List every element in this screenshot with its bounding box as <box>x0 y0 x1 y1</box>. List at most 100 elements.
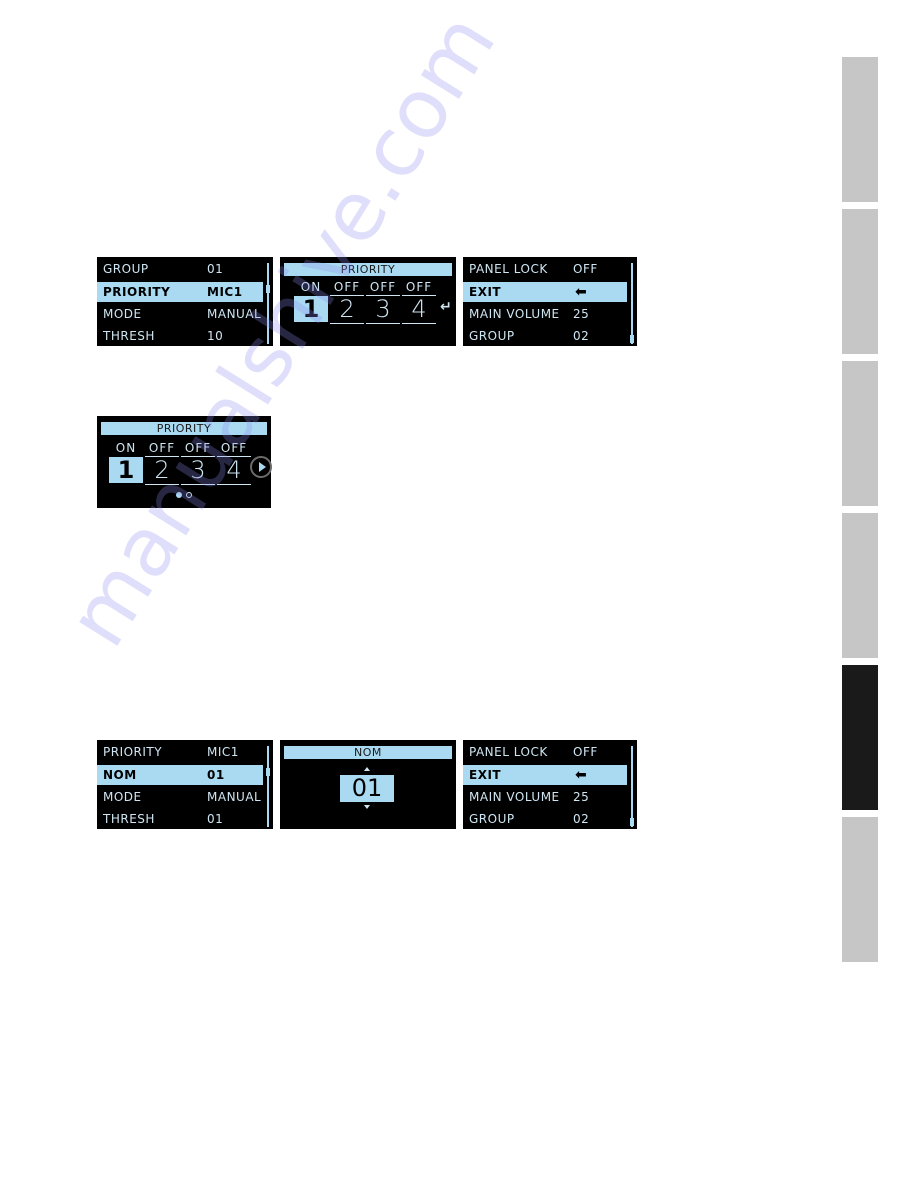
menu-row-label: PRIORITY <box>103 745 163 759</box>
menu-row-label: EXIT <box>469 768 502 782</box>
back-arrow-icon: ⬅ <box>575 284 588 300</box>
menu-row[interactable]: GROUP 01 <box>97 259 263 279</box>
menu-row-value: 02 <box>573 329 590 343</box>
menu-row-value: OFF <box>573 745 598 759</box>
channel-state: OFF <box>369 280 397 294</box>
menu-row[interactable]: MAIN VOLUME 25 <box>463 787 627 807</box>
menu-row-label: PRIORITY <box>103 285 171 299</box>
back-arrow-icon: ⬅ <box>575 767 588 783</box>
menu-row-value: MIC1 <box>207 285 243 299</box>
menu-row[interactable]: PANEL LOCK OFF <box>463 742 627 762</box>
menu-row-label: GROUP <box>469 329 515 343</box>
fig1-exit-screen: PANEL LOCK OFF EXIT ⬅ MAIN VOLUME 25 GRO… <box>463 257 637 346</box>
nom-value-field[interactable]: 01 <box>340 775 394 802</box>
scrollbar[interactable] <box>267 263 269 344</box>
menu-row-value: MIC1 <box>207 745 239 759</box>
menu-row-value: OFF <box>573 262 598 276</box>
scrollbar[interactable] <box>267 746 269 827</box>
channel-button[interactable]: 2 <box>145 457 179 483</box>
menu-row[interactable]: THRESH 01 <box>97 809 263 829</box>
side-tab-3[interactable] <box>842 361 878 506</box>
menu-row-label: EXIT <box>469 285 502 299</box>
menu-row-value: MANUAL <box>207 307 262 321</box>
decrement-arrow-icon[interactable] <box>364 805 370 809</box>
menu-row-label: THRESH <box>103 329 155 343</box>
menu-row-value: MANUAL <box>207 790 262 804</box>
menu-row[interactable]: THRESH 10 <box>97 326 263 346</box>
menu-row-label: GROUP <box>469 812 515 826</box>
channel-button[interactable]: 3 <box>181 457 215 483</box>
channel-divider <box>330 323 364 324</box>
fig3-nom-screen: NOM 01 <box>280 740 456 829</box>
menu-row[interactable]: GROUP 02 <box>463 809 627 829</box>
screen-title: NOM <box>284 746 452 759</box>
scroll-thumb[interactable] <box>266 285 270 293</box>
menu-row-label: THRESH <box>103 812 155 826</box>
channel-state: ON <box>115 441 137 455</box>
screen-title: PRIORITY <box>284 263 452 276</box>
channel-button[interactable]: 4 <box>217 457 251 483</box>
increment-arrow-icon[interactable] <box>364 767 370 771</box>
enter-icon[interactable]: ↵ <box>440 299 452 315</box>
menu-row-label: PANEL LOCK <box>469 262 548 276</box>
channel-state: ON <box>300 280 322 294</box>
scrollbar[interactable] <box>631 263 633 344</box>
menu-row[interactable]: PRIORITY MIC1 <box>97 742 263 762</box>
page-dot-current[interactable] <box>176 492 182 498</box>
channel-state: OFF <box>184 441 212 455</box>
menu-row-label: MAIN VOLUME <box>469 790 560 804</box>
menu-row-selected[interactable]: EXIT ⬅ <box>463 282 627 302</box>
menu-row-value: 25 <box>573 307 590 321</box>
menu-row[interactable]: MAIN VOLUME 25 <box>463 304 627 324</box>
scrollbar[interactable] <box>631 746 633 827</box>
menu-row[interactable]: PANEL LOCK OFF <box>463 259 627 279</box>
menu-row-label: MAIN VOLUME <box>469 307 560 321</box>
screen-title: PRIORITY <box>101 422 267 435</box>
menu-row-value: 25 <box>573 790 590 804</box>
fig1-priority-screen: PRIORITY ON OFF OFF OFF 1 2 3 4 ↵ <box>280 257 456 346</box>
channel-divider <box>217 484 251 485</box>
channel-button[interactable]: 4 <box>402 296 436 322</box>
menu-row-selected[interactable]: PRIORITY MIC1 <box>97 282 263 302</box>
menu-row-value: 02 <box>573 812 590 826</box>
menu-row-label: PANEL LOCK <box>469 745 548 759</box>
menu-row-label: NOM <box>103 768 137 782</box>
page-dot[interactable] <box>186 492 192 498</box>
scroll-thumb[interactable] <box>630 335 634 343</box>
next-page-button[interactable] <box>250 456 272 478</box>
channel-button-selected[interactable]: 1 <box>294 296 328 322</box>
menu-row-value: 10 <box>207 329 224 343</box>
scroll-thumb[interactable] <box>630 818 634 826</box>
channel-button-selected[interactable]: 1 <box>109 457 143 483</box>
channel-divider <box>366 323 400 324</box>
fig3-exit-screen: PANEL LOCK OFF EXIT ⬅ MAIN VOLUME 25 GRO… <box>463 740 637 829</box>
fig3-menu-screen: PRIORITY MIC1 NOM 01 MODE MANUAL THRESH … <box>97 740 273 829</box>
channel-button[interactable]: 3 <box>366 296 400 322</box>
menu-row-selected[interactable]: EXIT ⬅ <box>463 765 627 785</box>
menu-row[interactable]: MODE MANUAL <box>97 304 263 324</box>
channel-state: OFF <box>148 441 176 455</box>
menu-row-value: 01 <box>207 768 225 782</box>
side-tab-6[interactable] <box>842 817 878 962</box>
side-tab-4[interactable] <box>842 513 878 658</box>
channel-divider <box>145 484 179 485</box>
fig2-priority-screen: PRIORITY ON OFF OFF OFF 1 2 3 4 <box>97 416 271 508</box>
channel-button[interactable]: 2 <box>330 296 364 322</box>
menu-row-label: GROUP <box>103 262 149 276</box>
menu-row[interactable]: GROUP 02 <box>463 326 627 346</box>
channel-state: OFF <box>220 441 248 455</box>
channel-state: OFF <box>405 280 433 294</box>
channel-state: OFF <box>333 280 361 294</box>
side-tab-5-active[interactable] <box>842 665 878 810</box>
side-tab-2[interactable] <box>842 209 878 354</box>
menu-row[interactable]: MODE MANUAL <box>97 787 263 807</box>
channel-divider <box>181 484 215 485</box>
menu-row-label: MODE <box>103 790 142 804</box>
menu-row-label: MODE <box>103 307 142 321</box>
side-tab-1[interactable] <box>842 57 878 202</box>
channel-divider <box>402 323 436 324</box>
menu-row-selected[interactable]: NOM 01 <box>97 765 263 785</box>
menu-row-value: 01 <box>207 812 224 826</box>
scroll-thumb[interactable] <box>266 768 270 776</box>
menu-row-value: 01 <box>207 262 224 276</box>
